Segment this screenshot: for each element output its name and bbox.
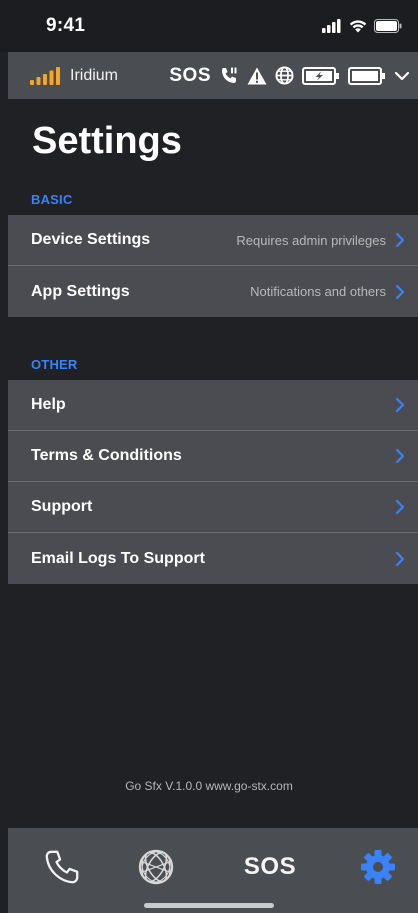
- globe-icon: [138, 849, 174, 885]
- sos-indicator: SOS: [169, 64, 211, 86]
- device-status-bar: Iridium SOS: [8, 52, 418, 99]
- status-bar: 9:41: [0, 0, 418, 52]
- other-settings-group: Help Terms & Conditions Support Email Lo…: [8, 380, 418, 584]
- page-title: Settings: [32, 120, 182, 162]
- row-label: Support: [31, 498, 93, 515]
- basic-settings-group: Device Settings Requires admin privilege…: [8, 215, 418, 317]
- chevron-down-icon[interactable]: [394, 70, 410, 82]
- chevron-right-icon: [395, 284, 405, 299]
- help-row[interactable]: Help: [8, 380, 418, 431]
- support-row[interactable]: Support: [8, 482, 418, 533]
- chevron-right-icon: [395, 448, 405, 464]
- device-battery-charging-icon: [302, 66, 339, 85]
- row-label: Terms & Conditions: [31, 447, 182, 464]
- section-header-other: OTHER: [31, 357, 78, 372]
- chevron-right-icon: [395, 551, 405, 566]
- home-indicator: [144, 903, 274, 908]
- app-settings-row[interactable]: App Settings Notifications and others: [8, 266, 418, 317]
- tab-calls[interactable]: [38, 846, 86, 888]
- device-indicators: SOS: [169, 65, 410, 87]
- phone-icon: [45, 850, 79, 884]
- status-time: 9:41: [46, 15, 86, 36]
- phone-call-icon: [222, 67, 237, 83]
- row-detail: Requires admin privileges: [236, 232, 386, 248]
- row-label: Help: [31, 396, 66, 413]
- status-icons: [322, 19, 402, 33]
- wifi-icon: [349, 20, 367, 33]
- row-label: App Settings: [31, 282, 130, 300]
- chevron-right-icon: [395, 232, 405, 248]
- terms-conditions-row[interactable]: Terms & Conditions: [8, 431, 418, 482]
- sos-tab-label: SOS: [243, 853, 297, 880]
- device-settings-row[interactable]: Device Settings Requires admin privilege…: [8, 215, 418, 266]
- tab-globe[interactable]: [132, 846, 180, 888]
- email-logs-row[interactable]: Email Logs To Support: [8, 533, 418, 584]
- row-detail: Notifications and others: [250, 284, 386, 299]
- network-status: Iridium: [30, 66, 119, 85]
- section-header-basic: BASIC: [31, 192, 73, 207]
- chevron-right-icon: [395, 499, 405, 515]
- globe-icon: [275, 66, 294, 85]
- row-label: Email Logs To Support: [31, 549, 205, 567]
- tab-settings[interactable]: [354, 846, 402, 888]
- tab-sos[interactable]: SOS: [240, 846, 300, 888]
- row-label: Device Settings: [31, 231, 151, 248]
- chevron-right-icon: [395, 397, 405, 413]
- tab-bar: SOS: [8, 828, 418, 913]
- battery-icon: [374, 19, 402, 33]
- cellular-signal-icon: [322, 19, 341, 33]
- settings-screen: 9:41 Iridium SOS Settings BASIC Device S…: [0, 0, 418, 913]
- gear-icon: [361, 850, 395, 884]
- satellite-signal-icon: [30, 66, 60, 85]
- app-version-text: Go Sfx V.1.0.0 www.go-stx.com: [125, 779, 293, 793]
- warning-icon: [247, 67, 267, 84]
- network-name: Iridium: [70, 66, 119, 84]
- phone-battery-icon: [348, 66, 385, 85]
